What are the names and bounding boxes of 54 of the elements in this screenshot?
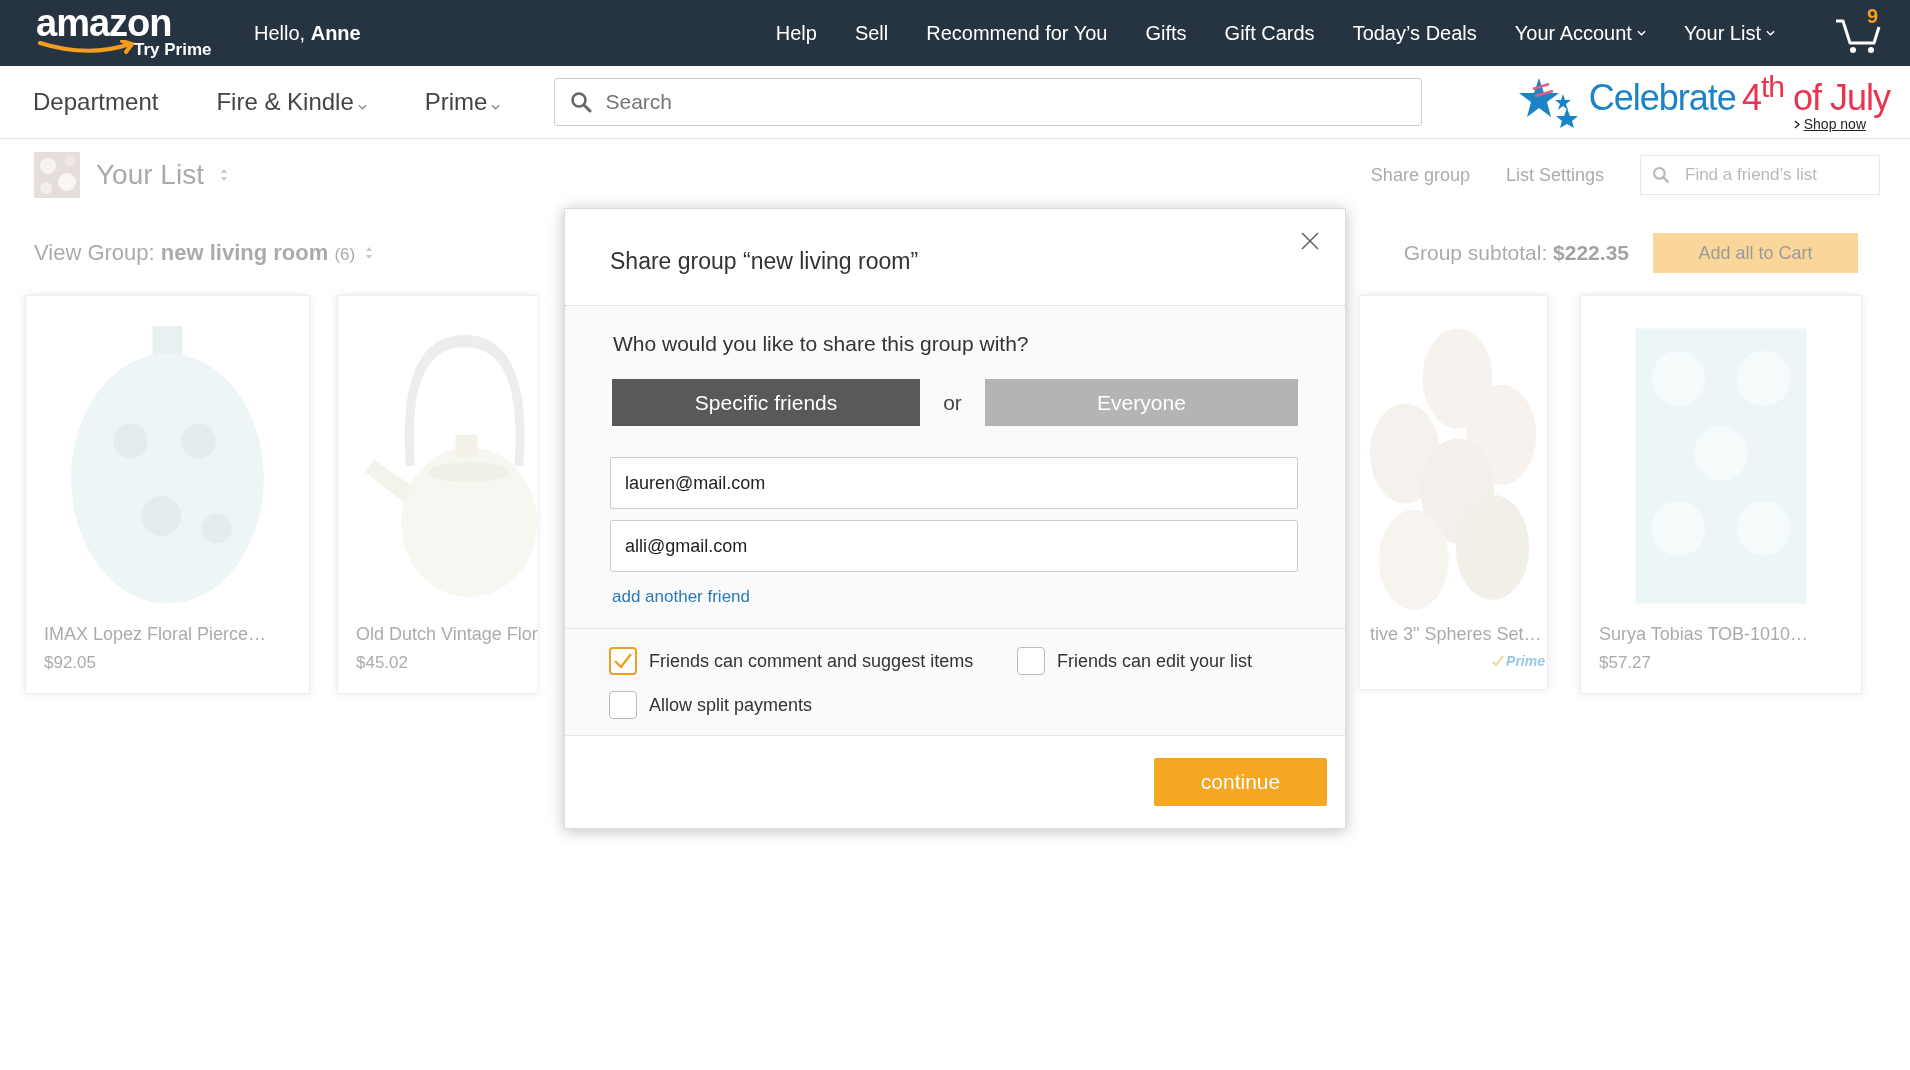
list-title: Your List	[96, 159, 204, 191]
caret-icon	[1636, 30, 1646, 36]
option-label: Allow split payments	[649, 694, 813, 716]
group-subtotal: Group subtotal: $222.35	[1403, 241, 1629, 265]
sort-icon[interactable]	[365, 246, 374, 260]
option-label: Friends can comment and suggest items	[649, 650, 974, 672]
add-friend-link[interactable]: add another friend	[612, 587, 750, 607]
prime-label: Prime	[1492, 653, 1545, 669]
email-field[interactable]: alli@gmail.com	[610, 520, 1298, 572]
search-icon	[570, 91, 593, 113]
nav-link[interactable]: Today’s Deals	[1333, 21, 1496, 45]
share-question: Who would you like to share this group with?	[613, 332, 1030, 356]
product-price: $57.27	[1599, 653, 1652, 673]
checkbox[interactable]	[609, 647, 637, 675]
logo[interactable]: amazon Try Prime	[36, 2, 236, 64]
cart-count: 9	[1866, 5, 1878, 28]
nav-link[interactable]: Your List	[1664, 21, 1794, 45]
caret-icon	[491, 104, 501, 110]
sort-icon[interactable]	[219, 168, 228, 182]
shop-now-link[interactable]: Shop now	[1803, 116, 1866, 132]
caret-icon	[357, 104, 367, 110]
close-icon[interactable]	[1301, 232, 1319, 250]
nav-link[interactable]: Gift Cards	[1205, 21, 1334, 45]
product-title: tive 3" Spheres Set…	[1370, 624, 1543, 645]
or-label: or	[942, 390, 963, 415]
product-title: IMAX Lopez Floral Pierce…	[44, 624, 268, 645]
check-icon	[613, 652, 633, 670]
product-price: $45.02	[356, 653, 409, 673]
department-menu[interactable]: Department	[33, 88, 159, 116]
product-title: Surya Tobias TOB-1010…	[1599, 624, 1810, 645]
option-label: Friends can edit your list	[1057, 650, 1253, 672]
department-menu[interactable]: Fire & Kindle	[216, 88, 367, 116]
greeting: Hello, Anne	[254, 21, 361, 45]
caret-icon	[1766, 30, 1775, 36]
checkbox[interactable]	[1017, 647, 1045, 675]
nav-link[interactable]: Gifts	[1126, 21, 1206, 45]
audience-tab[interactable]: Specific friends	[612, 379, 921, 426]
check-icon	[1492, 655, 1505, 667]
search-icon	[1652, 166, 1670, 184]
search-field[interactable]: Search	[554, 78, 1423, 126]
email-field[interactable]: lauren@mail.com	[610, 457, 1298, 509]
product-price: $92.05	[44, 653, 97, 673]
promo-text: Celebrate	[1588, 80, 1736, 116]
department-menu[interactable]: Prime	[424, 88, 501, 116]
checkbox[interactable]	[609, 691, 637, 719]
caret-icon	[1793, 119, 1800, 129]
nav-link[interactable]: Help	[756, 21, 836, 45]
nav-link[interactable]: Recommend for You	[907, 21, 1127, 45]
promo-highlight: 4$^{th}$ of July	[1741, 72, 1890, 116]
friend-search-field[interactable]: Find a friend’s list	[1640, 155, 1880, 195]
dialog-title: Share group “new living room”	[610, 247, 919, 275]
nav-link[interactable]: Your Account	[1495, 21, 1665, 45]
product-title: Old Dutch Vintage Flor	[356, 624, 537, 645]
nav-link[interactable]: Sell	[835, 21, 908, 45]
